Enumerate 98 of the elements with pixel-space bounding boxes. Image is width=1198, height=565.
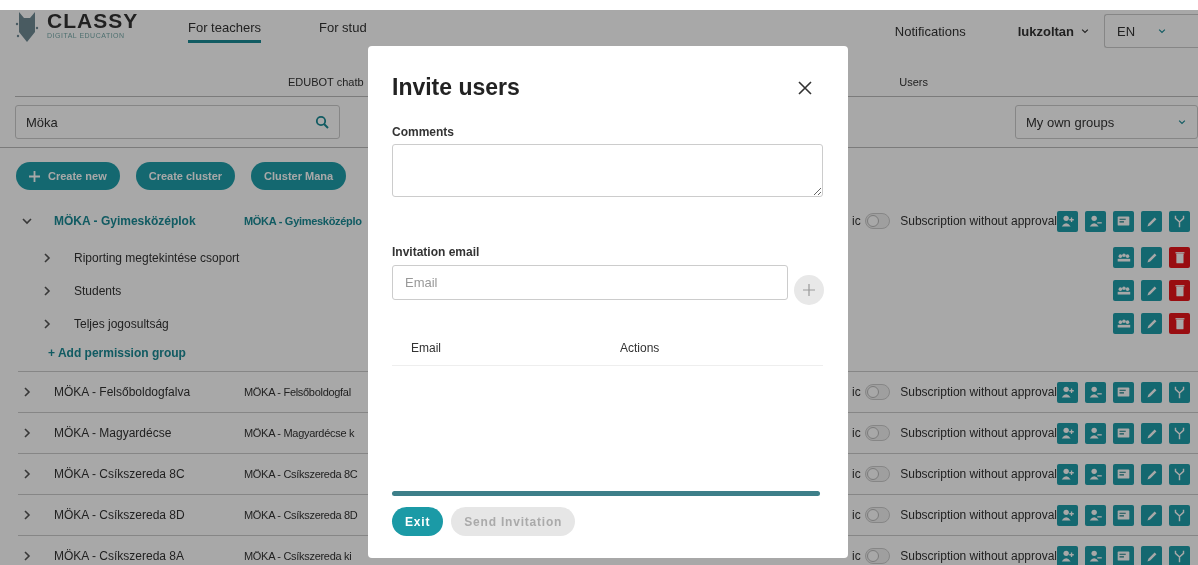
group-name[interactable]: MÖKA - Csíkszereda 8D xyxy=(54,508,244,522)
edit-button[interactable] xyxy=(1141,463,1162,485)
group-name[interactable]: MÖKA - Felsőboldogfalva xyxy=(54,385,244,399)
subscription-label: Subscription without approval xyxy=(900,549,1057,563)
user-menu[interactable]: lukzoltan xyxy=(1017,23,1090,39)
user-button[interactable] xyxy=(1085,504,1106,526)
nav-tab[interactable]: For stud xyxy=(319,16,367,43)
public-label: ic xyxy=(852,467,861,481)
delete-button[interactable] xyxy=(1169,280,1190,301)
public-label: ic xyxy=(852,214,861,228)
add-user-button[interactable] xyxy=(1057,463,1078,485)
sub-tab[interactable]: EDUBOT chatb xyxy=(288,76,364,96)
sub-tab[interactable]: Users xyxy=(899,76,928,96)
scrollbar[interactable] xyxy=(392,491,820,496)
column-header: Email xyxy=(411,341,442,355)
add-user-button[interactable] xyxy=(1057,504,1078,526)
public-toggle[interactable] xyxy=(864,425,891,441)
public-toggle[interactable] xyxy=(864,213,891,229)
group-filter-select[interactable]: My own groups xyxy=(1015,105,1198,139)
edit-button[interactable] xyxy=(1141,381,1162,403)
logo-text: CLASSY xyxy=(47,10,139,32)
branch-button[interactable] xyxy=(1169,210,1190,232)
add-email-button[interactable] xyxy=(794,275,824,305)
close-icon[interactable] xyxy=(798,80,812,95)
subscription-label: Subscription without approval xyxy=(900,385,1057,399)
user-button[interactable] xyxy=(1085,381,1106,403)
public-toggle[interactable] xyxy=(864,384,891,400)
card-button[interactable] xyxy=(1113,504,1134,526)
public-toggle[interactable] xyxy=(864,466,891,482)
delete-button[interactable] xyxy=(1169,313,1190,334)
column-header: Actions xyxy=(620,341,660,355)
edit-button[interactable] xyxy=(1141,422,1162,444)
subscription-label: Subscription without approval xyxy=(900,426,1057,440)
permission-group-name[interactable]: Teljes jogosultság xyxy=(74,316,169,331)
branch-button[interactable] xyxy=(1169,381,1190,403)
user-button[interactable] xyxy=(1085,463,1106,485)
permission-group-name[interactable]: Students xyxy=(74,283,122,298)
branch-button[interactable] xyxy=(1169,463,1190,485)
search-icon[interactable] xyxy=(315,115,329,129)
chevron-down-icon[interactable] xyxy=(1157,26,1168,36)
group-name[interactable]: MÖKA - Csíkszereda 8A xyxy=(54,549,244,563)
delete-button[interactable] xyxy=(1169,247,1190,268)
group-code: MÖKA - Gyimesközéplo xyxy=(244,215,363,227)
edit-button[interactable] xyxy=(1141,545,1162,565)
public-toggle[interactable] xyxy=(864,507,891,523)
comments-field[interactable] xyxy=(392,144,823,197)
group-code: MÖKA - Csíkszereda 8D xyxy=(244,509,359,521)
card-button[interactable] xyxy=(1113,381,1134,403)
members-button[interactable] xyxy=(1113,247,1134,268)
add-user-button[interactable] xyxy=(1057,381,1078,403)
language-select[interactable]: EN xyxy=(1104,14,1198,48)
card-button[interactable] xyxy=(1113,463,1134,485)
public-toggle[interactable] xyxy=(864,548,891,564)
comments-label: Comments xyxy=(392,125,455,139)
group-name[interactable]: MÖKA - Magyardécse xyxy=(54,426,244,440)
group-name[interactable]: MÖKA - Csíkszereda 8C xyxy=(54,467,244,481)
branch-button[interactable] xyxy=(1169,545,1190,565)
plus-icon xyxy=(803,284,815,296)
public-label: ic xyxy=(852,385,861,399)
dialog-title: Invite users xyxy=(392,74,520,101)
nav-tab[interactable]: For teachers xyxy=(188,16,261,43)
user-button[interactable] xyxy=(1085,210,1106,232)
edit-button[interactable] xyxy=(1141,247,1162,268)
user-button[interactable] xyxy=(1085,422,1106,444)
edit-button[interactable] xyxy=(1141,313,1162,334)
members-button[interactable] xyxy=(1113,313,1134,334)
add-user-button[interactable] xyxy=(1057,422,1078,444)
card-button[interactable] xyxy=(1113,422,1134,444)
email-field[interactable]: Email xyxy=(392,265,788,300)
members-button[interactable] xyxy=(1113,280,1134,301)
plus-icon xyxy=(29,170,40,182)
permission-group-name[interactable]: Riporting megtekintése csoport xyxy=(74,250,240,265)
subscription-label: Subscription without approval xyxy=(900,214,1057,228)
notifications-link[interactable]: Notifications xyxy=(894,23,966,39)
add-user-button[interactable] xyxy=(1057,210,1078,232)
public-label: ic xyxy=(852,508,861,522)
branch-button[interactable] xyxy=(1169,422,1190,444)
cat-logo-icon xyxy=(15,10,39,44)
group-code: MÖKA - Magyardécse k xyxy=(244,427,356,439)
user-button[interactable] xyxy=(1085,545,1106,565)
card-button[interactable] xyxy=(1113,545,1134,565)
subscription-label: Subscription without approval xyxy=(900,508,1057,522)
edit-button[interactable] xyxy=(1141,280,1162,301)
public-label: ic xyxy=(852,549,861,563)
group-code: MÖKA - Felsőboldogfal xyxy=(244,386,352,398)
chevron-down-icon[interactable] xyxy=(1080,26,1090,36)
subscription-label: Subscription without approval xyxy=(900,467,1057,481)
branch-button[interactable] xyxy=(1169,504,1190,526)
search-field[interactable]: Möka xyxy=(15,105,340,139)
group-code: MÖKA - Csíkszereda ki xyxy=(244,550,353,562)
edit-button[interactable] xyxy=(1141,210,1162,232)
group-code: MÖKA - Csíkszereda 8C xyxy=(244,468,359,480)
add-user-button[interactable] xyxy=(1057,545,1078,565)
email-label: Invitation email xyxy=(392,245,481,259)
edit-button[interactable] xyxy=(1141,504,1162,526)
public-label: ic xyxy=(852,426,861,440)
card-button[interactable] xyxy=(1113,210,1134,232)
chevron-down-icon[interactable] xyxy=(1177,117,1187,127)
